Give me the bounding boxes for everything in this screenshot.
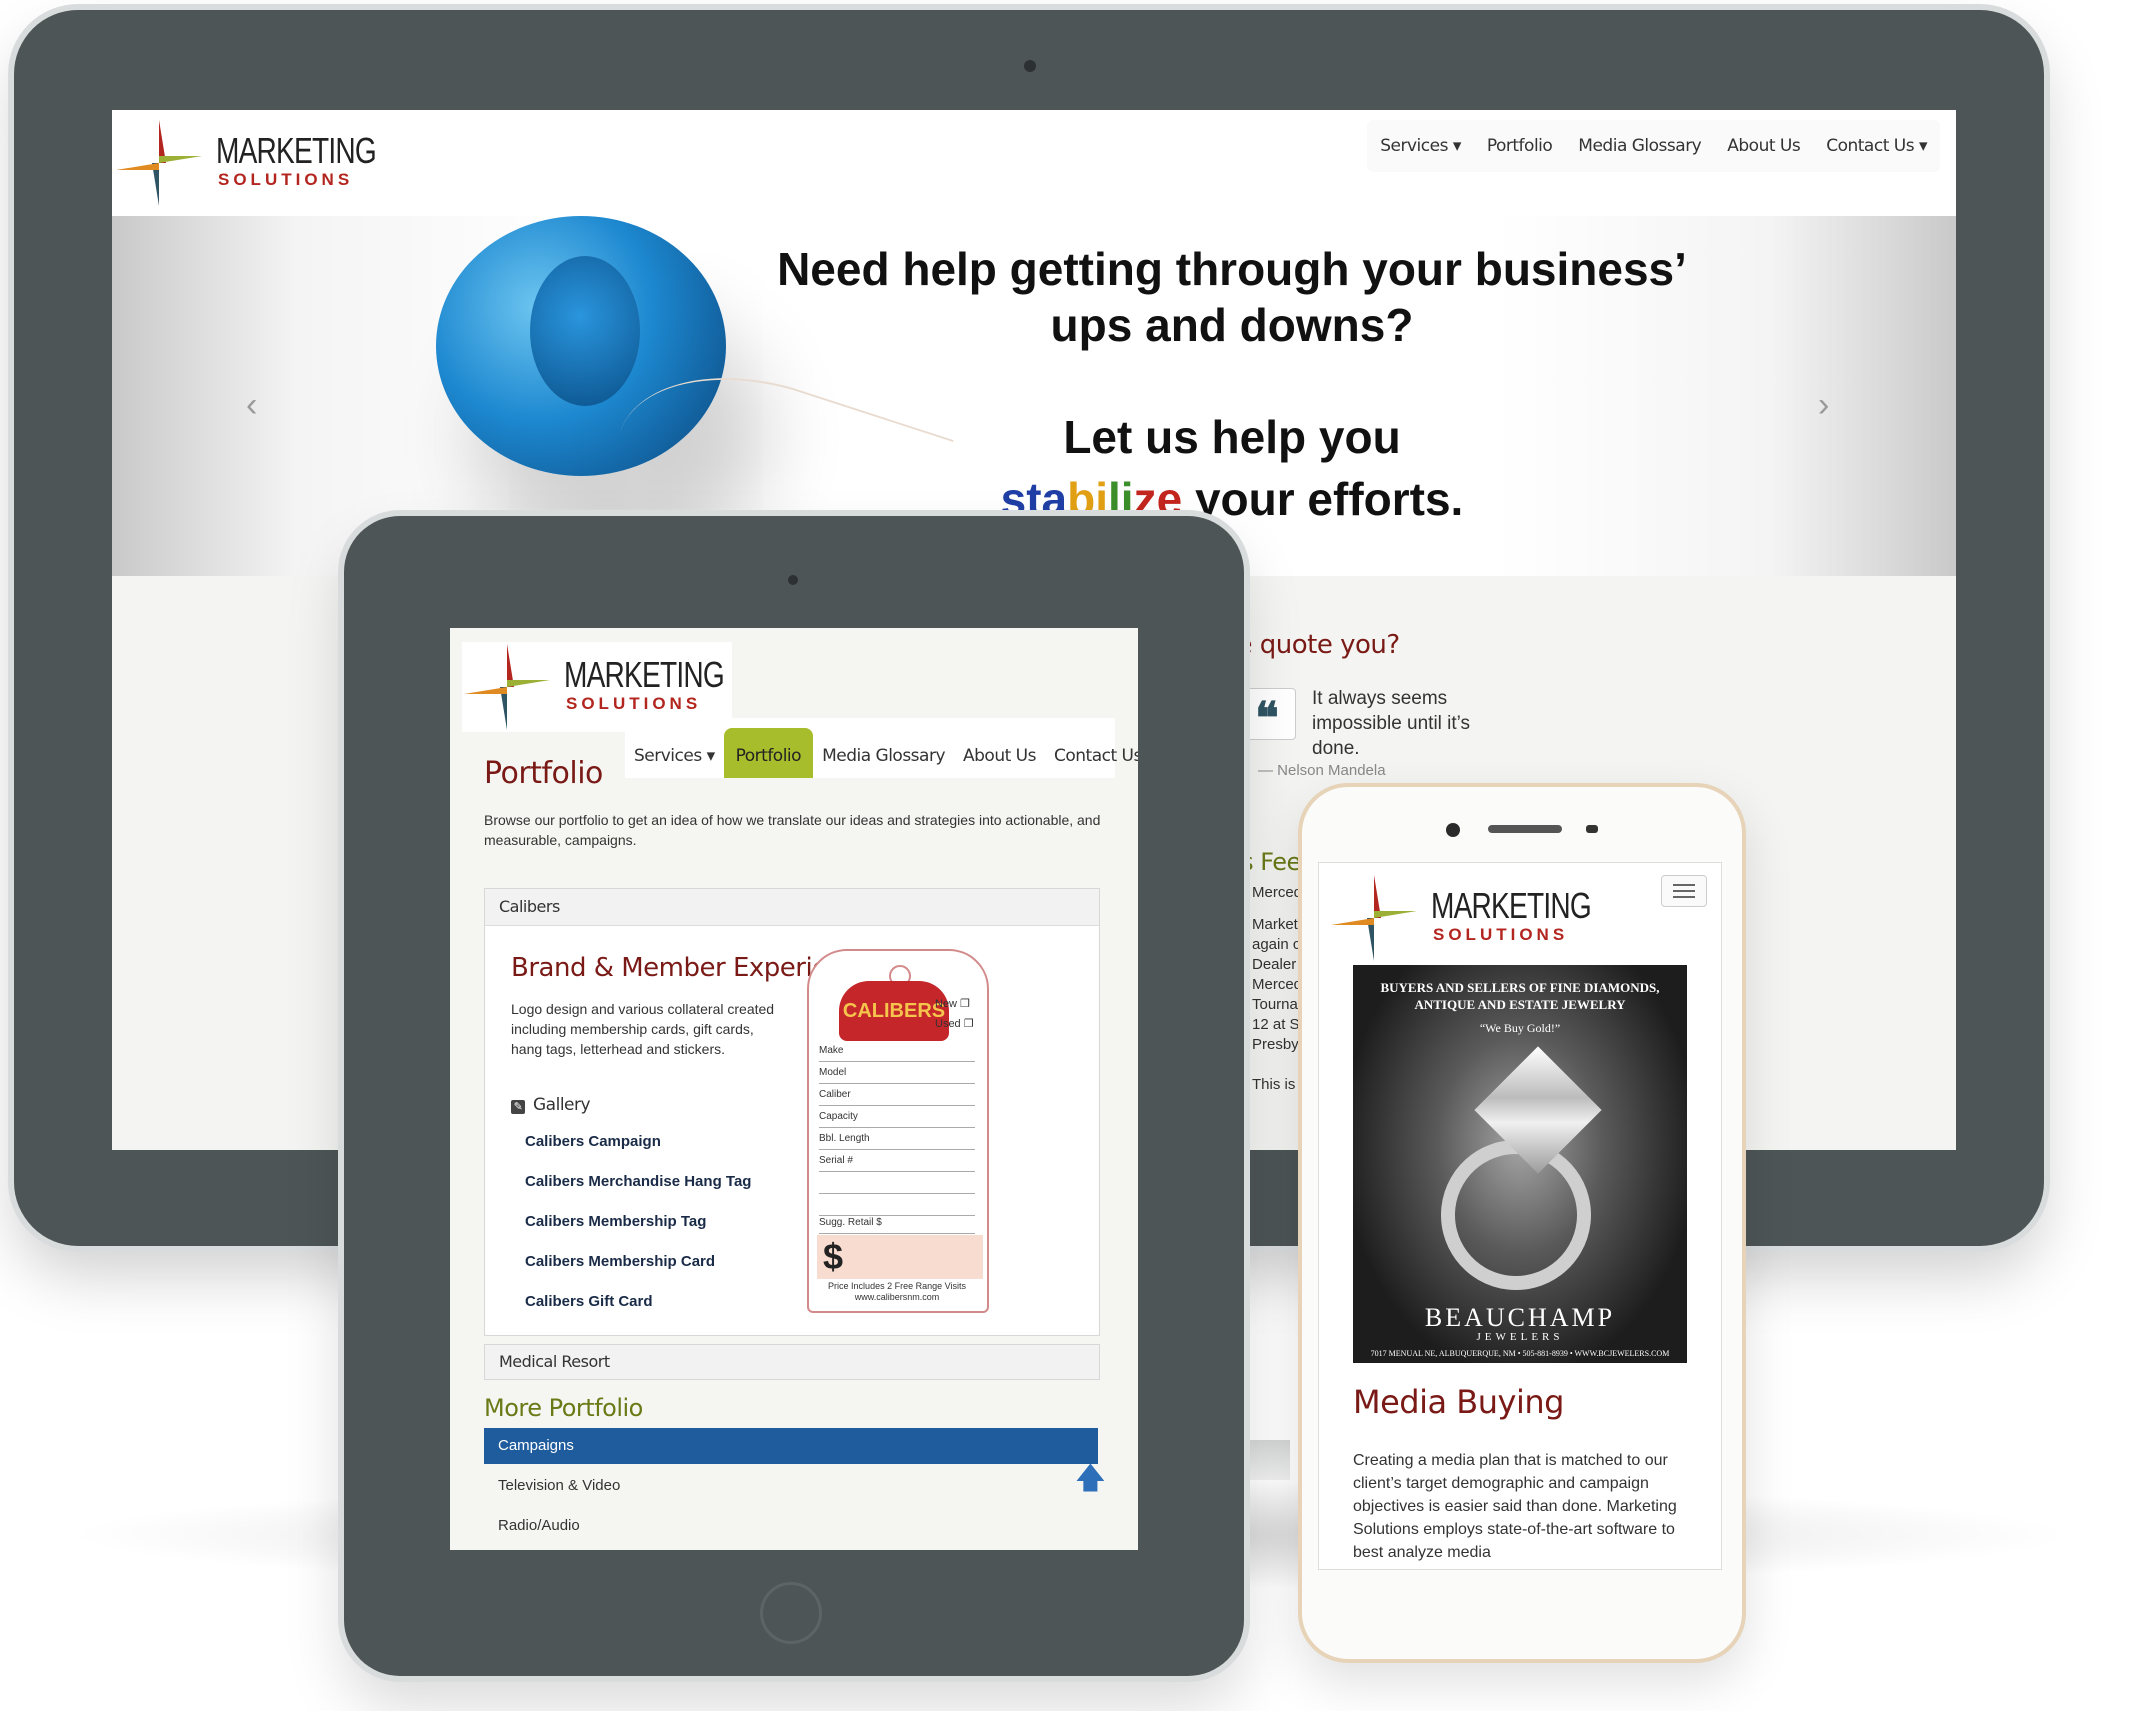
logo-marketing-text: MARKETING	[216, 130, 377, 171]
tag-footer: Price Includes 2 Free Range Visits www.c…	[817, 1281, 977, 1303]
section-text: Creating a media plan that is matched to…	[1353, 1452, 1677, 1561]
phone-logo[interactable]: MARKETING SOLUTIONS	[1329, 873, 1599, 963]
ad-headline: BUYERS AND SELLERS OF FINE DIAMONDS, ANT…	[1380, 980, 1660, 1012]
yoyo-core	[530, 256, 640, 406]
panel-title: Calibers	[499, 897, 560, 916]
logo-solutions-text: SOLUTIONS	[1433, 925, 1569, 944]
nav-media-glossary[interactable]: Media Glossary	[1565, 136, 1714, 156]
tablet-screen: MARKETING SOLUTIONS Services ▾ Portfolio…	[450, 628, 1138, 1550]
nav-about-us[interactable]: About Us	[1714, 136, 1813, 156]
compass-logo-icon	[116, 120, 202, 206]
ad-brand-name: BEAUCHAMP	[1424, 1303, 1616, 1332]
logo-marketing-text: MARKETING	[1431, 885, 1592, 926]
section-title: Media Buying	[1353, 1383, 1564, 1421]
tag-field: Model	[819, 1067, 975, 1084]
portfolio-item-radio-audio[interactable]: Radio/Audio	[484, 1508, 1098, 1544]
portfolio-item-label: Radio/Audio	[498, 1517, 580, 1534]
nav-contact-us[interactable]: Contact Us ▾	[1813, 136, 1940, 156]
edit-icon: ✎	[511, 1100, 525, 1114]
nav-portfolio-active[interactable]: Portfolio	[723, 728, 814, 778]
tag-field: Make	[819, 1045, 975, 1062]
gallery-label: Gallery	[533, 1095, 591, 1115]
logo-solutions-text: SOLUTIONS	[218, 170, 354, 189]
tag-price-box: $	[817, 1235, 983, 1279]
desktop-logo[interactable]: MARKETING SOLUTIONS	[114, 118, 382, 208]
more-portfolio-title: More Portfolio	[484, 1394, 643, 1422]
tag-footer-line-2: www.calibersnm.com	[854, 1292, 940, 1302]
tag-field: Caliber	[819, 1089, 975, 1106]
tag-used-checkbox: Used ❐	[935, 1018, 974, 1030]
nav-services[interactable]: Services ▾	[1367, 136, 1474, 156]
hero-line-3: Let us help you	[1063, 411, 1401, 463]
gallery-link[interactable]: Calibers Campaign	[525, 1133, 661, 1150]
gallery-heading: ✎ Gallery	[511, 1095, 591, 1115]
tablet-nav: Services ▾ Portfolio Media Glossary Abou…	[625, 718, 1138, 778]
hang-tag-image[interactable]: CALIBERS New ❐ Used ❐ Make Model Caliber…	[807, 949, 989, 1313]
carousel-next-icon[interactable]: ›	[1818, 386, 1829, 425]
compass-logo-icon	[1331, 875, 1417, 961]
portfolio-item-label: Campaigns	[498, 1437, 574, 1454]
portfolio-item-television-video[interactable]: Television & Video	[484, 1468, 1098, 1504]
gallery-link[interactable]: Calibers Gift Card	[525, 1293, 653, 1310]
desktop-header: MARKETING SOLUTIONS Services ▾ Portfolio…	[112, 110, 1956, 216]
logo-solutions-text: SOLUTIONS	[566, 694, 702, 713]
ad-tagline: “We Buy Gold!”	[1479, 1021, 1561, 1035]
phone-screen: MARKETING SOLUTIONS BUYERS AND SELLERS O…	[1318, 862, 1722, 1570]
compass-logo-icon	[464, 644, 550, 730]
monitor-camera	[1024, 60, 1036, 72]
tablet-home-button[interactable]	[760, 1582, 822, 1644]
tag-field	[819, 1177, 975, 1194]
phone-speaker	[1488, 825, 1562, 833]
hero-line-2: ups and downs?	[1050, 299, 1414, 351]
portfolio-item-label: Television & Video	[498, 1477, 621, 1494]
tag-field	[819, 1199, 975, 1216]
calibers-logo: CALIBERS	[839, 981, 949, 1041]
page-description: Browse our portfolio to get an idea of h…	[484, 812, 1101, 848]
gallery-link[interactable]: Calibers Membership Card	[525, 1253, 715, 1270]
project-description: Logo design and various collateral creat…	[511, 1001, 775, 1057]
quote-icon: ❝	[1238, 688, 1296, 743]
quote-text: It always seems impossible until it’s do…	[1312, 688, 1471, 759]
quote-author: — Nelson Mandela	[1258, 762, 1386, 779]
nav-contact-us[interactable]: Contact Us ▾	[1045, 746, 1138, 778]
panel-title: Medical Resort	[499, 1352, 610, 1371]
ad-brand-subtitle: JEWELERS	[1476, 1331, 1564, 1343]
tag-field: Bbl. Length	[819, 1133, 975, 1150]
portfolio-item-campaigns[interactable]: Campaigns	[484, 1428, 1098, 1464]
tag-new-checkbox: New ❐	[935, 998, 970, 1010]
nav-portfolio[interactable]: Portfolio	[1474, 136, 1565, 156]
phone-sensor	[1586, 825, 1598, 833]
calibers-panel: Calibers Brand & Member Experience Logo …	[484, 888, 1100, 1336]
carousel-prev-icon[interactable]: ‹	[246, 386, 257, 425]
phone-camera	[1446, 823, 1460, 837]
gallery-link[interactable]: Calibers Merchandise Hang Tag	[525, 1173, 751, 1190]
hero-line-4-rest: your efforts.	[1182, 473, 1464, 525]
scroll-up-icon[interactable]: 🡅	[1075, 1456, 1106, 1507]
page-title: Portfolio	[484, 756, 603, 791]
nav-about-us[interactable]: About Us	[954, 746, 1045, 778]
desktop-nav: Services ▾ Portfolio Media Glossary Abou…	[1367, 120, 1940, 172]
tag-field: Capacity	[819, 1111, 975, 1128]
tablet-camera	[788, 575, 798, 585]
tag-field: Sugg. Retail $	[819, 1217, 975, 1234]
menu-toggle-button[interactable]	[1661, 875, 1707, 907]
ad-address: 7017 MENUAL NE, ALBUQUERQUE, NM • 505-88…	[1370, 1349, 1670, 1358]
hero-line-1: Need help getting through your business’	[777, 243, 1687, 295]
panel-header[interactable]: Calibers	[485, 889, 1099, 926]
medical-resort-panel[interactable]: Medical Resort	[484, 1344, 1100, 1380]
gallery-link[interactable]: Calibers Membership Tag	[525, 1213, 706, 1230]
logo-marketing-text: MARKETING	[564, 654, 725, 695]
tag-footer-line-1: Price Includes 2 Free Range Visits	[828, 1281, 966, 1291]
nav-media-glossary[interactable]: Media Glossary	[813, 746, 954, 778]
tag-field: Serial #	[819, 1155, 975, 1172]
jeweler-ad-image: BUYERS AND SELLERS OF FINE DIAMONDS, ANT…	[1353, 965, 1687, 1363]
nav-services[interactable]: Services ▾	[625, 746, 724, 778]
